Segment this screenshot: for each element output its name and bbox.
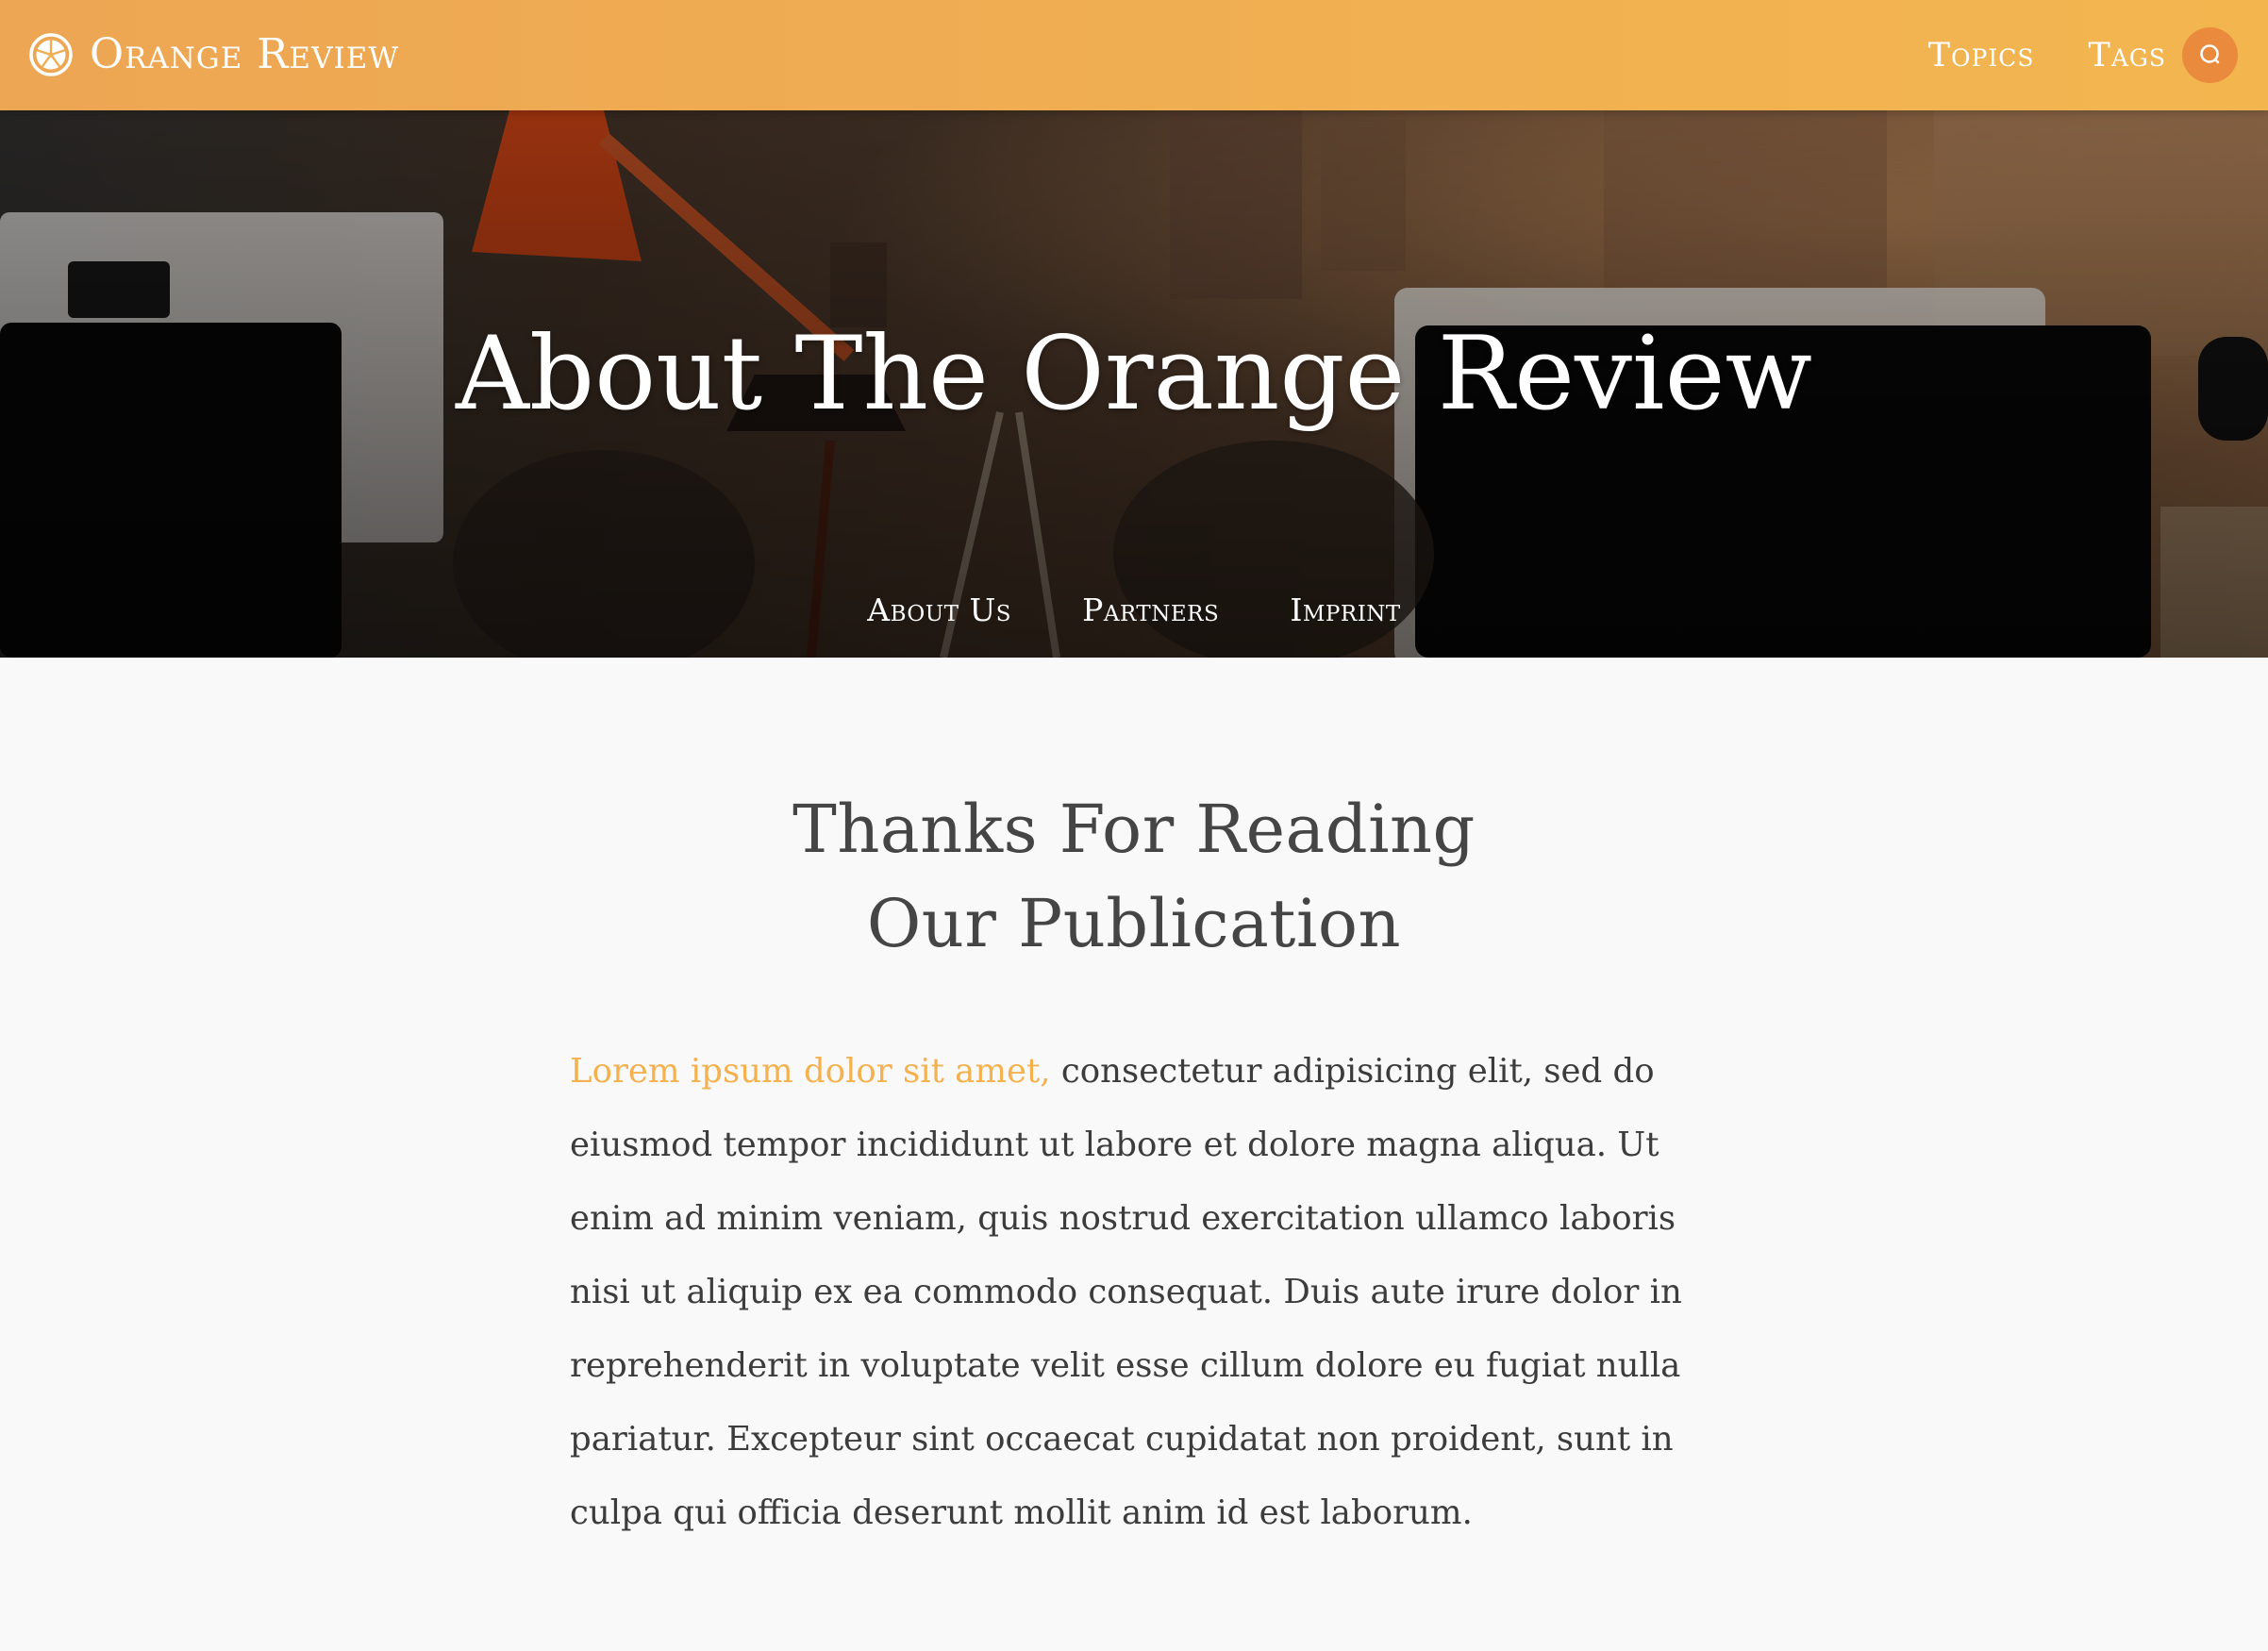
hero-banner: About The Orange Review About Us Partner… <box>0 110 2268 658</box>
brand-name: Orange Review <box>90 30 400 78</box>
search-icon <box>2199 43 2219 63</box>
intro-highlight-link[interactable]: Lorem ipsum dolor sit amet, <box>570 1052 1051 1091</box>
nav-topics[interactable]: Topics <box>1928 27 2035 84</box>
intro-body-text: consectetur adipisicing elit, sed do eiu… <box>570 1052 1682 1532</box>
primary-nav: Topics Tags <box>1928 0 2268 110</box>
top-navigation-bar: Orange Review Topics Tags <box>0 0 2268 110</box>
main-content: Thanks For Reading Our Publication Lorem… <box>0 658 2268 1651</box>
page-title: About The Orange Review <box>456 315 1812 433</box>
section-heading: Thanks For Reading Our Publication <box>0 782 2268 971</box>
brand-link[interactable]: Orange Review <box>29 26 399 83</box>
subnav-partners[interactable]: Partners <box>1082 582 1219 639</box>
section-heading-line-1: Thanks For Reading <box>792 791 1476 868</box>
about-subnav: About Us Partners Imprint <box>0 582 2268 639</box>
search-button[interactable] <box>2182 27 2238 83</box>
orange-slice-icon <box>29 33 73 76</box>
intro-paragraph: Lorem ipsum dolor sit amet, consectetur … <box>570 1035 1702 1550</box>
section-heading-line-2: Our Publication <box>866 885 1402 962</box>
subnav-imprint[interactable]: Imprint <box>1290 582 1400 639</box>
nav-tags[interactable]: Tags <box>2089 27 2167 84</box>
subnav-about-us[interactable]: About Us <box>867 582 1011 639</box>
